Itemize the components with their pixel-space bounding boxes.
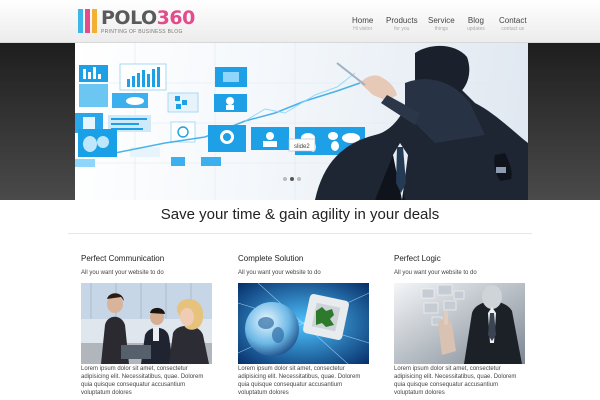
column-title: Perfect Communication	[81, 254, 165, 263]
column-title: Complete Solution	[238, 254, 304, 263]
nav-label: Contact	[499, 16, 527, 25]
nav-item-products[interactable]: Products for you	[386, 16, 418, 33]
nav-item-service[interactable]: Service things	[428, 16, 455, 33]
logo-tagline: PRINTING OF BUSINESS BLOG	[101, 29, 183, 35]
column-body: Lorem ipsum dolor sit amet, consectetur …	[81, 366, 204, 396]
nav-sublabel: updates	[467, 26, 485, 32]
column-subtitle: All you want your website to do	[238, 270, 321, 276]
nav-item-blog[interactable]: Blog updates	[467, 16, 485, 33]
touchscreen-businessman-photo[interactable]	[394, 283, 525, 364]
page-tagline: Save your time & gain agility in your de…	[160, 206, 440, 223]
nav-label: Home	[352, 16, 374, 25]
site-logo[interactable]: POLO360 PRINTING OF BUSINESS BLOG	[78, 9, 195, 35]
nav-item-home[interactable]: Home Hi visitor	[352, 16, 373, 33]
nav-sublabel: Hi visitor	[353, 26, 373, 32]
logo-text: POLO360 PRINTING OF BUSINESS BLOG	[101, 7, 195, 36]
interface-tiles	[75, 63, 289, 167]
hero-illustration: slide2	[75, 43, 528, 200]
slider-dot-active[interactable]	[290, 177, 294, 181]
column-body: Lorem ipsum dolor sit amet, consectetur …	[238, 366, 361, 396]
column-body: Lorem ipsum dolor sit amet, consectetur …	[394, 366, 517, 396]
feature-column-communication: Perfect Communication All you want your …	[81, 254, 213, 400]
divider	[68, 233, 532, 234]
slider-dot[interactable]	[297, 177, 301, 181]
column-subtitle: All you want your website to do	[81, 270, 164, 276]
logo-bars-icon	[78, 9, 97, 33]
hero-slide-image[interactable]: slide2	[75, 43, 528, 200]
main-nav: Home Hi visitor Products for you Service…	[340, 16, 540, 38]
logo-wordmark: POLO360	[101, 7, 195, 29]
nav-item-contact[interactable]: Contact contact us	[499, 16, 527, 33]
slider-pagination	[283, 177, 301, 181]
feature-column-solution: Complete Solution All you want your webs…	[238, 254, 370, 400]
column-subtitle: All you want your website to do	[394, 270, 477, 276]
nav-sublabel: things	[434, 26, 449, 32]
slide-badge: slide2	[294, 144, 310, 150]
nav-label: Blog	[467, 16, 484, 25]
nav-label: Products	[386, 16, 418, 25]
globe-and-chip-photo[interactable]	[238, 283, 369, 364]
site-header: POLO360 PRINTING OF BUSINESS BLOG Home H…	[0, 0, 600, 43]
business-team-photo[interactable]	[81, 283, 212, 364]
feature-column-logic: Perfect Logic All you want your website …	[394, 254, 526, 400]
nav-label: Service	[428, 16, 455, 25]
nav-sublabel: contact us	[501, 26, 525, 32]
column-title: Perfect Logic	[394, 254, 441, 263]
slider-dot[interactable]	[283, 177, 287, 181]
nav-sublabel: for you	[394, 26, 410, 32]
